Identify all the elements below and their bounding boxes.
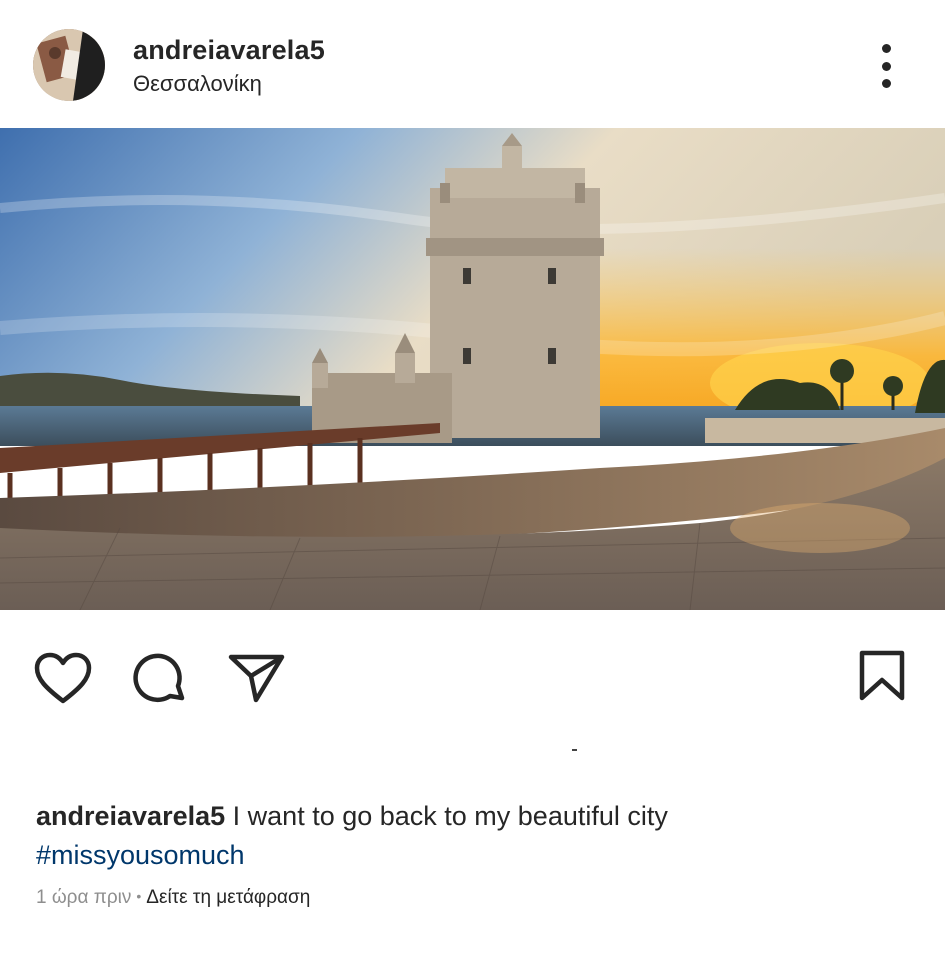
more-dot [881,44,891,53]
more-options-icon[interactable] [866,40,906,92]
caption-username[interactable]: andreiavarela5 [36,801,225,831]
bookmark-icon[interactable] [858,650,906,702]
post-timestamp: 1 ώρα πριν [36,887,132,908]
translate-link[interactable]: Δείτε τη μετάφραση [146,887,310,908]
tower-sunset-image [0,128,945,610]
avatar[interactable] [33,29,105,101]
post-header: andreiavarela5 Θεσσαλονίκη [0,0,945,128]
caption-text: I want to go back to my beautiful city [232,801,668,831]
post-caption: andreiavarela5 I want to go back to my b… [36,797,916,875]
divider-mark [572,749,577,751]
post-meta: 1 ώρα πριν • Δείτε τη μετάφραση [36,887,310,909]
avatar-image [33,29,105,101]
meta-separator: • [136,888,142,904]
comment-icon[interactable] [132,652,188,708]
more-dot [881,61,891,71]
post-username[interactable]: andreiavarela5 [133,35,325,66]
post-actions [0,640,945,720]
post-location[interactable]: Θεσσαλονίκη [133,71,262,97]
paper-plane-icon[interactable] [228,652,286,704]
post-photo[interactable] [0,128,945,610]
hashtag-link[interactable]: #missyousomuch [36,836,916,875]
heart-icon[interactable] [34,652,92,704]
more-dot [881,79,891,88]
